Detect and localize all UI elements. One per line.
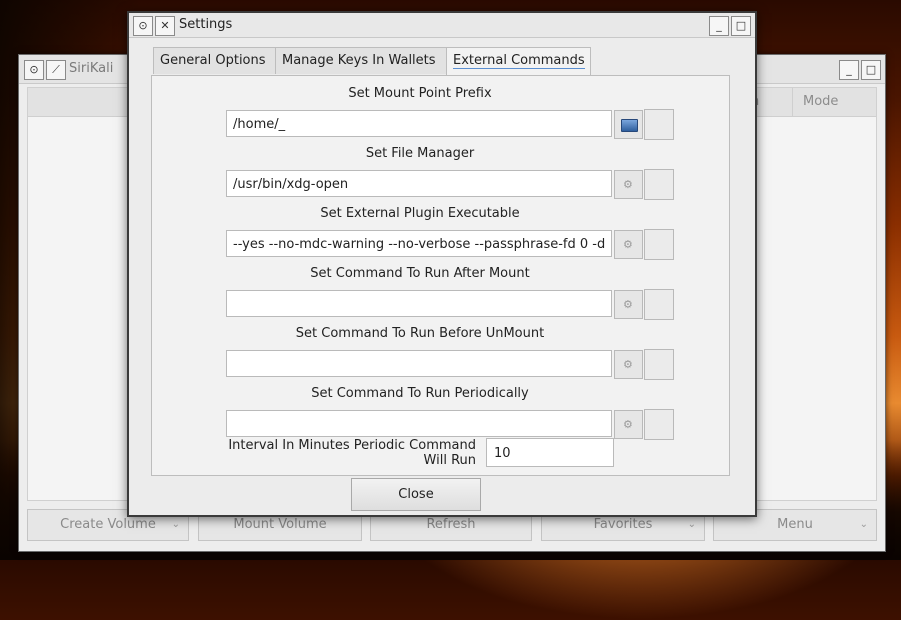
gear-icon: ⚙ (623, 358, 633, 371)
settings-titlebar: ⊙ ✕ Settings _ □ (129, 13, 755, 38)
window-menu-icon[interactable]: ⊙ (133, 16, 153, 36)
mount-volume-label: Mount Volume (233, 517, 327, 532)
before-unmount-input[interactable] (226, 350, 612, 377)
settings-dialog: ⊙ ✕ Settings _ □ General Options Manage … (127, 11, 757, 517)
file-manager-input[interactable]: /usr/bin/xdg-open (226, 170, 612, 197)
create-volume-label: Create Volume (60, 517, 156, 532)
extra-button[interactable] (644, 169, 674, 200)
pin-icon[interactable]: ⟋ (46, 60, 66, 80)
gear-icon: ⚙ (623, 178, 633, 191)
interval-input[interactable]: 10 (486, 438, 614, 467)
interval-label-line2: Will Run (423, 453, 476, 468)
minimize-icon[interactable]: _ (839, 60, 859, 80)
maximize-icon[interactable]: □ (861, 60, 881, 80)
chevron-down-icon: ⌄ (859, 519, 868, 530)
extra-button[interactable] (644, 289, 674, 320)
after-mount-browse-button[interactable]: ⚙ (614, 290, 643, 319)
tab-label: External Commands (453, 53, 585, 69)
extra-button[interactable] (644, 229, 674, 260)
periodic-command-input[interactable] (226, 410, 612, 437)
window-menu-icon[interactable]: ⊙ (24, 60, 44, 80)
before-unmount-browse-button[interactable]: ⚙ (614, 350, 643, 379)
favorites-label: Favorites (593, 517, 653, 532)
sirikali-title: SiriKali (69, 61, 114, 76)
periodic-command-browse-button[interactable]: ⚙ (614, 410, 643, 439)
tab-general-options[interactable]: General Options (153, 47, 276, 74)
external-commands-panel: Set Mount Point Prefix /home/_ Set File … (151, 75, 730, 476)
plugin-executable-label: Set External Plugin Executable (320, 206, 520, 221)
close-icon[interactable]: ✕ (155, 16, 175, 36)
plugin-executable-browse-button[interactable]: ⚙ (614, 230, 643, 259)
tab-manage-keys[interactable]: Manage Keys In Wallets (275, 47, 447, 74)
browse-folder-button[interactable] (614, 110, 643, 139)
gear-icon: ⚙ (623, 418, 633, 431)
refresh-label: Refresh (426, 517, 476, 532)
file-manager-browse-button[interactable]: ⚙ (614, 170, 643, 199)
after-mount-input[interactable] (226, 290, 612, 317)
column-header-mode[interactable]: Mode (792, 88, 873, 116)
interval-label: Interval In Minutes Periodic Command Wil… (212, 438, 476, 468)
extra-button[interactable] (644, 349, 674, 380)
folder-icon (621, 119, 638, 132)
menu-label: Menu (777, 517, 813, 532)
before-unmount-label: Set Command To Run Before UnMount (295, 326, 545, 341)
tab-label: Manage Keys In Wallets (282, 53, 436, 68)
gear-icon: ⚙ (623, 298, 633, 311)
file-manager-label: Set File Manager (365, 146, 475, 161)
mount-prefix-input[interactable]: /home/_ (226, 110, 612, 137)
interval-label-line1: Interval In Minutes Periodic Command (228, 438, 476, 453)
gear-icon: ⚙ (623, 238, 633, 251)
maximize-icon[interactable]: □ (731, 16, 751, 36)
extra-button[interactable] (644, 409, 674, 440)
settings-title: Settings (179, 17, 233, 32)
mount-prefix-label: Set Mount Point Prefix (348, 86, 492, 101)
extra-button[interactable] (644, 109, 674, 140)
minimize-icon[interactable]: _ (709, 16, 729, 36)
tab-label: General Options (160, 53, 266, 68)
tab-external-commands[interactable]: External Commands (446, 47, 591, 75)
close-button[interactable]: Close (351, 478, 481, 511)
periodic-command-label: Set Command To Run Periodically (311, 386, 529, 401)
after-mount-label: Set Command To Run After Mount (310, 266, 530, 281)
plugin-executable-input[interactable]: --yes --no-mdc-warning --no-verbose --pa… (226, 230, 612, 257)
